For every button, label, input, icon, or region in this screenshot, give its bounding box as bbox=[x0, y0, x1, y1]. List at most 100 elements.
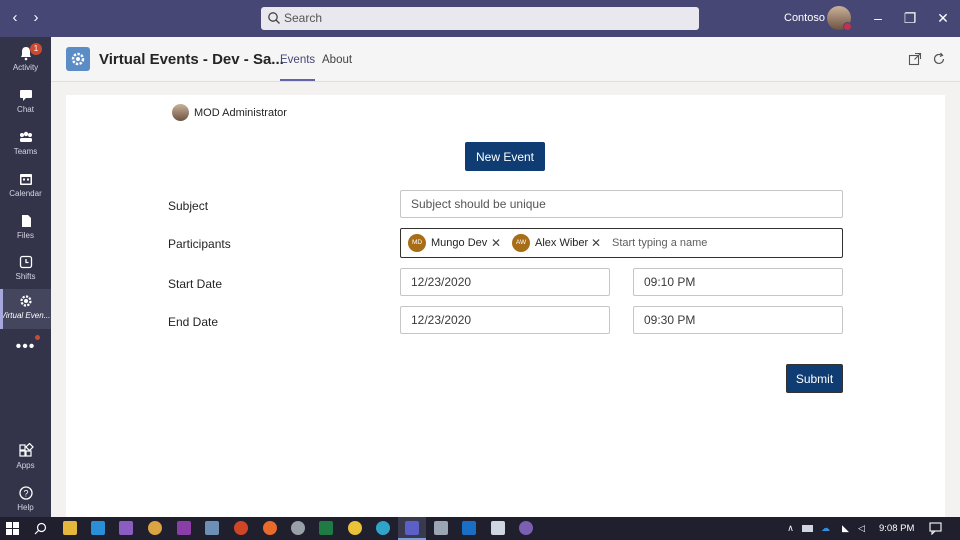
rail-item-files[interactable]: Files bbox=[0, 209, 51, 249]
participant-chip: AW Alex Wiber ✕ bbox=[512, 234, 608, 252]
start-time-value: 09:10 PM bbox=[644, 275, 696, 289]
participant-name: Alex Wiber bbox=[535, 237, 589, 249]
title-bar: ‹ › Search Contoso – ❐ ✕ bbox=[0, 0, 960, 37]
end-date-picker[interactable]: 12/23/2020 bbox=[400, 306, 610, 334]
rail-item-chat[interactable]: Chat bbox=[0, 83, 51, 123]
search-placeholder: Search bbox=[284, 11, 323, 25]
close-icon[interactable]: ✕ bbox=[934, 9, 952, 27]
new-event-button[interactable]: New Event bbox=[465, 142, 545, 171]
onenote-icon[interactable] bbox=[177, 521, 191, 535]
battery-icon[interactable] bbox=[802, 525, 813, 532]
back-arrow-icon[interactable]: ‹ bbox=[5, 8, 25, 28]
subject-placeholder: Subject should be unique bbox=[411, 197, 546, 211]
app-icon[interactable] bbox=[491, 521, 505, 535]
app-icon[interactable] bbox=[291, 521, 305, 535]
start-date-label: Start Date bbox=[168, 277, 223, 291]
more-icon: ••• bbox=[15, 338, 36, 355]
snipping-tool-icon[interactable] bbox=[148, 521, 162, 535]
notification-dot-icon bbox=[35, 335, 40, 340]
forward-arrow-icon[interactable]: › bbox=[26, 8, 46, 28]
rail-item-calendar[interactable]: Calendar bbox=[0, 167, 51, 207]
windows-start-icon[interactable] bbox=[6, 522, 19, 535]
gear-icon bbox=[19, 295, 32, 307]
start-date-picker[interactable]: 12/23/2020 bbox=[400, 268, 610, 296]
end-date-label: End Date bbox=[168, 315, 219, 329]
pop-out-icon[interactable] bbox=[908, 52, 922, 66]
app-title: Virtual Events - Dev - Sa... bbox=[99, 51, 284, 68]
user-name: MOD Administrator bbox=[194, 107, 287, 119]
file-icon bbox=[21, 215, 31, 227]
notepad-icon[interactable] bbox=[205, 521, 219, 535]
excel-icon[interactable] bbox=[319, 521, 333, 535]
wifi-icon[interactable]: ◣ bbox=[840, 523, 851, 533]
rail-item-apps[interactable]: Apps bbox=[0, 439, 51, 479]
tab-about[interactable]: About bbox=[322, 54, 352, 81]
more-apps-button[interactable]: ••• bbox=[0, 335, 51, 359]
app-icon[interactable] bbox=[434, 521, 448, 535]
events-form-panel: MOD Administrator New Event Subject Subj… bbox=[66, 95, 945, 517]
participant-avatar: MD bbox=[408, 234, 426, 252]
end-time-value: 09:30 PM bbox=[644, 313, 696, 327]
outlook-icon[interactable] bbox=[462, 521, 476, 535]
rail-label-files: Files bbox=[17, 231, 34, 240]
vscode-icon[interactable] bbox=[91, 521, 105, 535]
remove-participant-icon[interactable]: ✕ bbox=[491, 237, 501, 249]
rail-label-chat: Chat bbox=[17, 105, 34, 114]
end-date-value: 12/23/2020 bbox=[411, 313, 472, 327]
app-icon[interactable] bbox=[519, 521, 533, 535]
volume-icon[interactable]: ◁ bbox=[856, 523, 867, 533]
submit-button[interactable]: Submit bbox=[786, 364, 843, 393]
search-input[interactable]: Search bbox=[261, 7, 699, 30]
participants-picker[interactable]: MD Mungo Dev ✕ AW Alex Wiber ✕ Start typ… bbox=[400, 228, 843, 258]
notifications-icon[interactable] bbox=[929, 522, 942, 535]
minimize-icon[interactable]: – bbox=[869, 9, 887, 27]
start-date-value: 12/23/2020 bbox=[411, 275, 472, 289]
rail-item-shifts[interactable]: Shifts bbox=[0, 250, 51, 290]
windows-taskbar: ∧ ☁ ◣ ◁ 9:08 PM bbox=[0, 517, 960, 540]
app-header: Virtual Events - Dev - Sa... Events Abou… bbox=[51, 37, 960, 82]
participants-placeholder[interactable]: Start typing a name bbox=[612, 237, 707, 249]
rail-label-help: Help bbox=[17, 503, 34, 512]
teams-taskbar-item[interactable] bbox=[398, 517, 426, 540]
postman-icon[interactable] bbox=[263, 521, 277, 535]
rail-item-teams[interactable]: Teams bbox=[0, 125, 51, 165]
powerpoint-icon[interactable] bbox=[234, 521, 248, 535]
onedrive-icon[interactable]: ☁ bbox=[820, 523, 831, 533]
rail-label-activity: Activity bbox=[12, 63, 39, 72]
file-explorer-icon[interactable] bbox=[63, 521, 77, 535]
tenant-name[interactable]: Contoso bbox=[784, 12, 825, 24]
teams-icon bbox=[405, 521, 419, 535]
chrome-icon[interactable] bbox=[348, 521, 362, 535]
clock-icon bbox=[19, 255, 32, 269]
tab-events[interactable]: Events bbox=[280, 54, 316, 81]
rail-label-shifts: Shifts bbox=[15, 272, 36, 281]
help-icon: ? bbox=[18, 486, 33, 500]
restore-icon[interactable]: ❐ bbox=[901, 9, 919, 27]
visual-studio-icon[interactable] bbox=[119, 521, 133, 535]
participant-avatar: AW bbox=[512, 234, 530, 252]
subject-input[interactable]: Subject should be unique bbox=[400, 190, 843, 218]
user-avatar bbox=[172, 104, 189, 121]
presence-status-icon bbox=[843, 22, 852, 31]
app-logo bbox=[66, 47, 90, 71]
activity-badge: 1 bbox=[30, 43, 42, 55]
edge-icon[interactable] bbox=[376, 521, 390, 535]
rail-label-calendar: Calendar bbox=[9, 189, 42, 198]
taskbar-clock[interactable]: 9:08 PM bbox=[879, 523, 914, 534]
chevron-up-icon[interactable]: ∧ bbox=[785, 523, 796, 533]
rail-item-virtual-events[interactable]: Virtual Even... bbox=[0, 289, 51, 329]
gear-icon bbox=[71, 52, 85, 66]
calendar-icon bbox=[19, 174, 32, 185]
refresh-icon[interactable] bbox=[932, 52, 946, 66]
remove-participant-icon[interactable]: ✕ bbox=[591, 237, 601, 249]
participant-chip: MD Mungo Dev ✕ bbox=[408, 234, 508, 252]
rail-item-help[interactable]: ? Help bbox=[0, 481, 51, 521]
search-icon[interactable] bbox=[34, 522, 47, 535]
participants-label: Participants bbox=[168, 237, 231, 251]
rail-label-teams: Teams bbox=[13, 147, 38, 156]
start-time-picker[interactable]: 09:10 PM bbox=[633, 268, 843, 296]
app-rail: 1 Activity Chat Teams Calendar Files Shi… bbox=[0, 37, 51, 517]
rail-item-activity[interactable]: 1 Activity bbox=[0, 41, 51, 81]
svg-text:?: ? bbox=[23, 489, 28, 499]
end-time-picker[interactable]: 09:30 PM bbox=[633, 306, 843, 334]
